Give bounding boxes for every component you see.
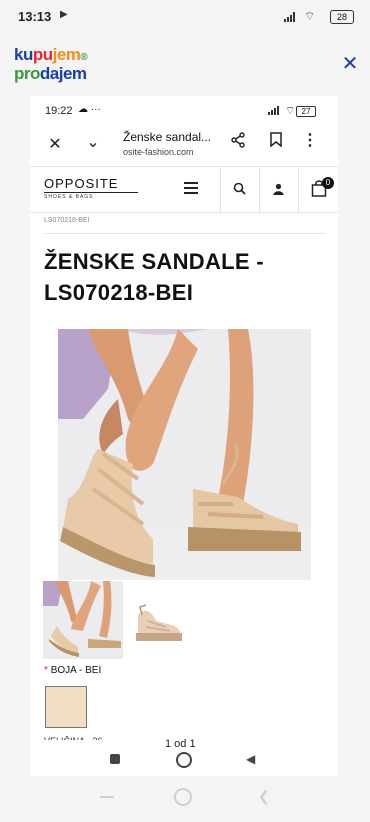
system-nav-bar: ❮	[90, 788, 280, 810]
cart-count-badge: 0	[322, 177, 334, 189]
color-option-text: BOJA - BEI	[50, 665, 102, 676]
product-thumbnail[interactable]	[126, 593, 190, 649]
recent-apps-button[interactable]	[100, 796, 114, 798]
back-icon: ◀	[246, 752, 256, 766]
divider	[44, 233, 326, 234]
inner-status-bar: 19:22 ☁ ··· ⌔ 27	[30, 96, 338, 122]
battery-icon: 28	[330, 10, 354, 24]
color-option-label: * BOJA - BEI	[44, 665, 101, 676]
wifi-icon: ⌔	[304, 9, 316, 23]
watermark: kupujem	[286, 756, 328, 767]
logo-part: pu	[32, 45, 53, 64]
app-logo[interactable]: kupujem® prodajem	[14, 45, 104, 83]
more-menu-icon[interactable]: ⋮	[302, 130, 318, 150]
search-icon[interactable]	[233, 182, 246, 200]
breadcrumb[interactable]: LS070218-BEI	[44, 217, 90, 224]
signal-icon	[284, 12, 298, 22]
logo-part: jem	[52, 45, 81, 64]
share-icon[interactable]	[228, 132, 248, 153]
site-header: OPPOSITE SHOES & BAGS 0	[30, 168, 338, 213]
recent-apps-icon	[110, 754, 120, 764]
logo-part: jem	[58, 64, 87, 83]
site-logo[interactable]: OPPOSITE SHOES & BAGS	[44, 176, 140, 206]
page-title-tab: Ženske sandal...	[123, 130, 212, 144]
account-icon[interactable]	[273, 182, 284, 200]
cloud-icon: ☁ ···	[78, 104, 101, 115]
shared-screenshot: 19:22 ☁ ··· ⌔ 27 ✕ ⌄ Ženske sandal... os…	[30, 96, 338, 776]
hamburger-menu-icon[interactable]	[184, 182, 198, 194]
chevron-down-icon[interactable]: ⌄	[84, 132, 102, 152]
gallery-pager: 1 od 1	[165, 738, 196, 750]
bookmark-icon[interactable]	[266, 132, 286, 152]
site-logo-text: OPPOSITE	[44, 176, 119, 191]
inner-wifi-icon: ⌔	[285, 105, 296, 117]
screenshot-nav-bar: ◀	[100, 752, 280, 770]
inner-battery-icon: 27	[296, 106, 316, 117]
status-time: 13:13	[18, 9, 52, 24]
home-button[interactable]	[174, 788, 192, 806]
close-tab-icon[interactable]: ✕	[46, 134, 64, 154]
logo-part: ku	[14, 45, 33, 64]
inner-status-time: 19:22	[45, 105, 73, 117]
logo-part: pro	[14, 64, 40, 83]
product-title: ŽENSKE SANDALE - LS070218-BEI	[44, 249, 264, 305]
page-url[interactable]: osite-fashion.com	[123, 147, 194, 157]
product-thumbnail[interactable]	[43, 581, 123, 659]
browser-toolbar: ✕ ⌄ Ženske sandal... osite-fashion.com ⋮	[30, 122, 338, 167]
close-button[interactable]: ✕	[340, 52, 360, 76]
size-option-label: VELIČINA - 36	[44, 736, 103, 746]
site-logo-subtitle: SHOES & BAGS	[44, 194, 94, 200]
color-swatch-beige[interactable]	[45, 686, 87, 728]
product-main-image[interactable]	[58, 329, 311, 580]
inner-signal-icon	[268, 106, 280, 115]
home-icon	[176, 752, 192, 768]
cast-icon: ▶	[60, 9, 68, 20]
logo-part: da	[39, 64, 59, 83]
required-star: *	[44, 665, 48, 676]
back-button[interactable]: ❮	[258, 788, 270, 805]
